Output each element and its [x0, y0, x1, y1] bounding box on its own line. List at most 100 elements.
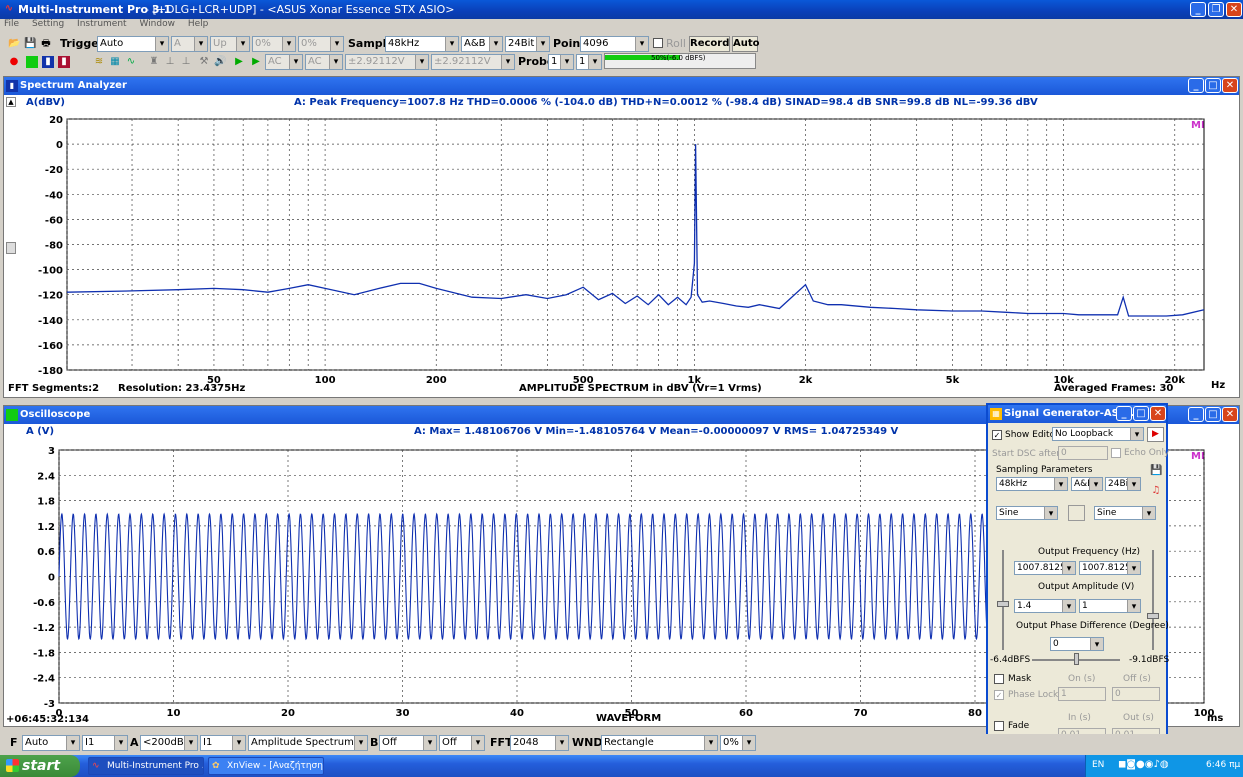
record-button[interactable]: Record: [689, 36, 730, 52]
roll-checkbox[interactable]: [653, 38, 663, 48]
speaker-icon[interactable]: 🔊: [214, 56, 226, 68]
amp-a-select[interactable]: 1.4: [1014, 599, 1076, 613]
trigger-level-2[interactable]: 0%: [298, 36, 344, 52]
sg-play-button[interactable]: ▶: [1147, 427, 1164, 442]
restore-button[interactable]: ❐: [1208, 2, 1224, 17]
start-button[interactable]: start: [0, 755, 80, 777]
wave-a-select[interactable]: Sine: [996, 506, 1058, 520]
osc-x-tick-label: 100: [1194, 708, 1215, 719]
menu-setting[interactable]: Setting: [32, 19, 64, 29]
right-level-thumb[interactable]: [1147, 613, 1159, 619]
sg-close[interactable]: ✕: [1150, 406, 1166, 421]
ref-b-icon[interactable]: ⊥: [180, 56, 192, 68]
osc-y-tick-label: -1.2: [33, 623, 55, 634]
app-icon: ∿: [4, 3, 14, 14]
calc-icon[interactable]: ♜: [148, 56, 160, 68]
echo-only-checkbox[interactable]: [1111, 448, 1121, 458]
phase-lock-checkbox[interactable]: ✓: [994, 690, 1004, 700]
trigger-level-1[interactable]: 0%: [252, 36, 296, 52]
points-select[interactable]: 4096: [580, 36, 649, 52]
show-editor-checkbox[interactable]: ✓: [992, 430, 1002, 440]
display-mode-select[interactable]: Amplitude Spectrum: [248, 735, 368, 751]
sg-rate-select[interactable]: 48kHz: [996, 477, 1068, 491]
right-level-slider[interactable]: [1152, 550, 1154, 650]
sg-window-icon: ▦: [990, 408, 1002, 420]
oscilloscope-icon[interactable]: ≋: [93, 56, 105, 68]
coupling-a-select[interactable]: AC: [265, 54, 303, 70]
mask-off-input[interactable]: 0: [1112, 687, 1160, 701]
overlap-select[interactable]: 0%: [720, 735, 756, 751]
menu-help[interactable]: Help: [188, 19, 209, 29]
sg-save-icon[interactable]: 💾: [1150, 465, 1162, 477]
spectrum-y-tick-label: -80: [45, 241, 63, 252]
left-level-thumb[interactable]: [997, 601, 1009, 607]
start-dsc-input[interactable]: 0: [1058, 446, 1108, 460]
mask-on-input[interactable]: 1: [1058, 687, 1106, 701]
window-function-select[interactable]: Rectangle: [601, 735, 718, 751]
spectrum-x-tick-label: 100: [315, 375, 336, 386]
fade-checkbox[interactable]: [994, 721, 1004, 731]
bits-select[interactable]: 24Bit: [505, 36, 550, 52]
save-icon[interactable]: 💾: [24, 38, 36, 50]
step-play-icon[interactable]: ▶: [250, 56, 262, 68]
freq-b-select[interactable]: 1007.8125: [1079, 561, 1141, 575]
menu-window[interactable]: Window: [139, 19, 175, 29]
sg-music-icon[interactable]: ♫: [1150, 485, 1162, 497]
multi-instrument-task-icon: ∿: [92, 761, 100, 771]
b-select-2[interactable]: Off: [439, 735, 485, 751]
trigger-channel-select[interactable]: A: [171, 36, 208, 52]
generator-icon[interactable]: ∿: [125, 56, 137, 68]
spectrum-y-tick-label: -100: [38, 266, 63, 277]
f-mode-select[interactable]: Auto: [22, 735, 80, 751]
menu-bar: File Setting Instrument Window Help: [0, 19, 1243, 33]
osc-y-tick-label: -0.6: [33, 598, 55, 609]
green-square-icon[interactable]: [26, 56, 38, 68]
a-channel-select[interactable]: I1: [200, 735, 246, 751]
menu-instrument[interactable]: Instrument: [77, 19, 127, 29]
sg-minimize[interactable]: _: [1116, 406, 1132, 421]
sg-channels-select[interactable]: A&B: [1071, 477, 1103, 491]
sample-rate-select[interactable]: 48kHz: [385, 36, 459, 52]
spectrum-icon[interactable]: ▮: [42, 56, 54, 68]
probe-b-select[interactable]: 1: [576, 54, 602, 70]
taskbar-item-xnview[interactable]: ✿ XnView - [Αναζήτηση ...: [208, 757, 324, 775]
trigger-edge-select[interactable]: Up: [210, 36, 250, 52]
mask-checkbox[interactable]: [994, 674, 1004, 684]
record-dot-icon[interactable]: ●: [8, 56, 20, 68]
a-range-select[interactable]: <200dB>: [140, 735, 198, 751]
open-icon[interactable]: 📂: [8, 38, 20, 50]
play-icon[interactable]: ▶: [233, 56, 245, 68]
sg-bits-select[interactable]: 24Bit: [1105, 477, 1141, 491]
range-a-select[interactable]: ±2.92112V: [345, 54, 429, 70]
taskbar-item-multi-instrument[interactable]: ∿ Multi-Instrument Pro ...: [88, 757, 204, 775]
spectrum-y-tick-label: -60: [45, 215, 63, 226]
balance-thumb[interactable]: [1074, 653, 1079, 665]
amp-b-select[interactable]: 1: [1079, 599, 1141, 613]
close-button[interactable]: ✕: [1226, 2, 1242, 17]
f-channel-select[interactable]: I1: [82, 735, 128, 751]
print-icon[interactable]: 🖶: [40, 38, 52, 50]
loopback-select[interactable]: No Loopback: [1052, 427, 1144, 441]
ref-a-icon[interactable]: ⊥: [164, 56, 176, 68]
multimeter-icon[interactable]: ▦: [109, 56, 121, 68]
spectrogram-icon[interactable]: ▮: [58, 56, 70, 68]
tools-icon[interactable]: ⚒: [198, 56, 210, 68]
fft-size-select[interactable]: 2048: [510, 735, 569, 751]
wave-link-button[interactable]: [1068, 505, 1085, 521]
auto-button[interactable]: Auto: [732, 36, 760, 52]
channels-select[interactable]: A&B: [461, 36, 503, 52]
language-indicator[interactable]: EN: [1092, 760, 1104, 770]
freq-a-select[interactable]: 1007.8125: [1014, 561, 1076, 575]
range-b-select[interactable]: ±2.92112V: [431, 54, 515, 70]
menu-file[interactable]: File: [4, 19, 19, 29]
wave-b-select[interactable]: Sine: [1094, 506, 1156, 520]
trigger-mode-select[interactable]: Auto: [97, 36, 169, 52]
minimize-button[interactable]: _: [1190, 2, 1206, 17]
probe-a-select[interactable]: 1: [548, 54, 574, 70]
sg-maximize[interactable]: □: [1133, 406, 1149, 421]
b-select-1[interactable]: Off: [379, 735, 437, 751]
coupling-b-select[interactable]: AC: [305, 54, 343, 70]
spectrum-x-tick-label: 1k: [688, 375, 702, 386]
phase-select[interactable]: 0: [1050, 637, 1104, 651]
left-level-slider[interactable]: [1002, 550, 1004, 650]
